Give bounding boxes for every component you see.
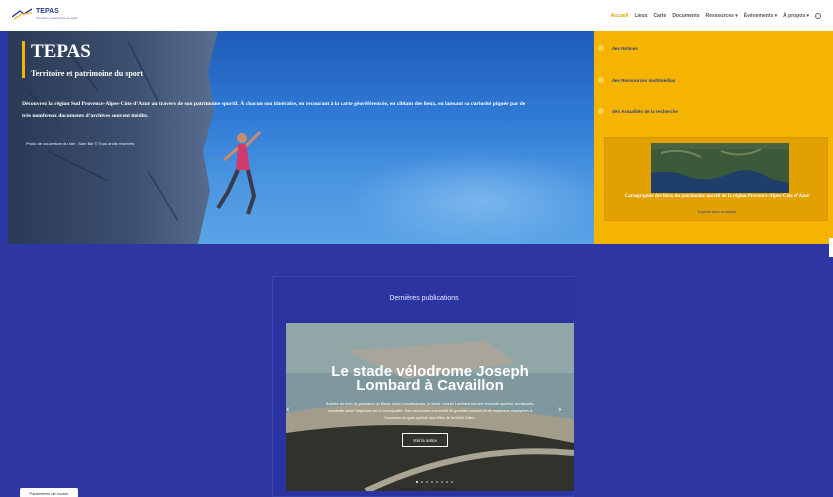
- carousel-dot[interactable]: [421, 481, 423, 483]
- chevron-left-icon[interactable]: ‹: [286, 405, 290, 415]
- carousel-dot[interactable]: [446, 481, 448, 483]
- slide-text: Baptisé du nom du président du Stade Uni…: [326, 402, 534, 420]
- hero-description: Découvrez la région Sud Provence-Alpes-C…: [22, 101, 526, 119]
- side-link-label: des Actualités de la recherche: [612, 108, 678, 114]
- view-notice-button[interactable]: Voir la notice: [402, 433, 448, 447]
- map-card-link[interactable]: Explorer lieux et notices: [605, 210, 829, 214]
- side-link-ressources[interactable]: des Ressources multimédias: [598, 77, 675, 83]
- side-panel: des Notices des Ressources multimédias d…: [594, 31, 833, 244]
- postcard-caption: 8 CAVAILLON — Le Vélodrome: [394, 486, 454, 491]
- top-navigation-bar: TEPAS Territoire et patrimoine du sport …: [0, 0, 833, 31]
- carousel-dot[interactable]: [426, 481, 428, 483]
- chevron-right-icon[interactable]: ›: [558, 405, 562, 415]
- carousel-dot[interactable]: [416, 481, 418, 483]
- side-link-notices[interactable]: des Notices: [598, 45, 638, 51]
- site-logo[interactable]: TEPAS Territoire et patrimoine du sport: [12, 8, 78, 20]
- nav-item-carte[interactable]: Carte: [654, 13, 667, 19]
- nav-item-documents[interactable]: Documents: [672, 13, 699, 19]
- slide-title[interactable]: Le stade vélodrome Joseph Lombard à Cava…: [300, 364, 560, 393]
- nav-item-evenements[interactable]: Événements ▾: [744, 13, 777, 19]
- bullet-icon: [598, 108, 604, 114]
- logo-subtitle: Territoire et patrimoine du sport: [36, 16, 78, 20]
- carousel-dot[interactable]: [431, 481, 433, 483]
- publication-slide: Le stade vélodrome Joseph Lombard à Cava…: [286, 323, 574, 491]
- carousel-dot[interactable]: [436, 481, 438, 483]
- latest-publications: Dernières publications Le stade vélodrom…: [272, 276, 575, 497]
- nav-item-accueil[interactable]: Accueil: [611, 13, 629, 19]
- bullet-icon: [598, 45, 604, 51]
- scroll-to-top-tab[interactable]: [829, 238, 833, 257]
- nav-item-a-propos[interactable]: À propos ▾: [783, 13, 809, 19]
- nav-item-ressources[interactable]: Ressources ▾: [706, 13, 738, 19]
- logo-icon: [12, 8, 32, 20]
- hero-heading-block: TEPAS Territoire et patrimoine du sport: [22, 41, 143, 78]
- side-link-label: des Ressources multimédias: [612, 77, 676, 83]
- logo-text: TEPAS Territoire et patrimoine du sport: [36, 8, 78, 20]
- climber-figure: [216, 130, 262, 215]
- bullet-icon: [598, 77, 604, 83]
- main-menu: Accueil Lieux Carte Documents Ressources…: [611, 13, 821, 19]
- nav-item-lieux[interactable]: Lieux: [634, 13, 647, 19]
- hero-subtitle: Territoire et patrimoine du sport: [31, 69, 143, 78]
- side-link-actualites[interactable]: des Actualités de la recherche: [598, 108, 678, 114]
- carousel-dots: [416, 481, 453, 483]
- publications-header: Dernières publications: [273, 277, 575, 319]
- photo-credit: Photo de couverture du site : Sam Bié © …: [26, 141, 135, 146]
- carousel-dot[interactable]: [451, 481, 453, 483]
- publications-heading: Dernières publications: [389, 294, 459, 302]
- carousel-dot[interactable]: [441, 481, 443, 483]
- satellite-map-image: [651, 143, 789, 193]
- logo-title: TEPAS: [36, 8, 59, 15]
- hero-banner: TEPAS Territoire et patrimoine du sport …: [8, 31, 594, 244]
- side-link-label: des Notices: [612, 45, 638, 51]
- map-card[interactable]: Cartographie des lieux du patrimoine spo…: [604, 137, 828, 221]
- cookie-settings-button[interactable]: Paramètres de cookie: [20, 488, 78, 497]
- search-icon[interactable]: [815, 13, 821, 19]
- map-card-title: Cartographie des lieux du patrimoine spo…: [624, 194, 810, 199]
- hero-title: TEPAS: [31, 41, 91, 62]
